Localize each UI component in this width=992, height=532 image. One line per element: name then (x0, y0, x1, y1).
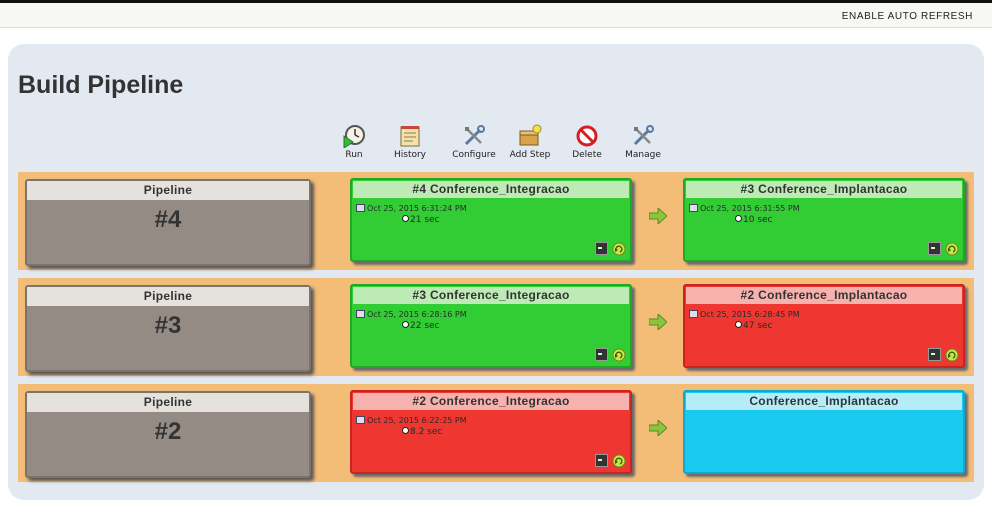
build-date: Oct 25, 2015 6:31:55 PM (689, 204, 800, 213)
build-duration: 8.2 sec (402, 427, 442, 437)
build-card[interactable]: Conference_Implantacao (683, 390, 965, 474)
pipeline-label: Pipeline (27, 287, 309, 306)
console-icon[interactable] (928, 348, 941, 361)
rerun-icon[interactable] (612, 242, 626, 256)
manage-label: Manage (625, 150, 661, 160)
add-step-label: Add Step (509, 150, 551, 160)
build-duration-text: 8.2 sec (410, 427, 443, 437)
pipeline-card[interactable]: Pipeline #3 (25, 285, 311, 372)
pipeline-card[interactable]: Pipeline #4 (25, 179, 311, 266)
manage-button[interactable]: Manage (613, 124, 673, 160)
build-date: Oct 25, 2015 6:28:16 PM (356, 310, 467, 319)
page-title: Build Pipeline (18, 71, 184, 99)
build-date-text: Oct 25, 2015 6:31:24 PM (367, 204, 467, 213)
rerun-icon[interactable] (612, 348, 626, 362)
add-step-button[interactable]: Add Step (500, 124, 560, 160)
green-arrow-right-icon (649, 208, 667, 224)
console-icon[interactable] (595, 454, 608, 467)
build-duration: 47 sec (735, 321, 773, 331)
build-duration-text: 22 sec (410, 321, 440, 331)
notepad-icon (400, 126, 420, 147)
calendar-icon (356, 204, 365, 212)
calendar-icon (689, 310, 698, 318)
build-card[interactable]: #2 Conference_Implantacao Oct 25, 2015 6… (683, 284, 965, 368)
calendar-icon (356, 310, 365, 318)
build-date-text: Oct 25, 2015 6:28:45 PM (700, 310, 800, 319)
build-name: #2 Conference_Integracao (353, 393, 629, 410)
build-duration-text: 10 sec (743, 215, 773, 225)
delete-button[interactable]: Delete (557, 124, 617, 160)
build-date-text: Oct 25, 2015 6:28:16 PM (367, 310, 467, 319)
console-icon[interactable] (595, 348, 608, 361)
tools-icon (633, 125, 654, 146)
green-arrow-right-icon (649, 420, 667, 436)
build-name: Conference_Implantacao (686, 393, 962, 410)
clock-icon (402, 427, 409, 434)
clock-icon (402, 215, 409, 222)
delete-label: Delete (572, 150, 602, 160)
build-duration: 22 sec (402, 321, 440, 331)
build-name: #4 Conference_Integracao (353, 181, 629, 198)
run-label: Run (345, 150, 363, 160)
configure-label: Configure (452, 150, 496, 160)
box-add-icon (519, 124, 542, 146)
rerun-icon[interactable] (945, 242, 959, 256)
green-arrow-right-icon (649, 314, 667, 330)
build-date: Oct 25, 2015 6:22:25 PM (356, 416, 467, 425)
clock-play-icon (343, 125, 365, 148)
clock-icon (735, 321, 742, 328)
pipeline-number: #3 (154, 312, 182, 339)
build-card[interactable]: #3 Conference_Integracao Oct 25, 2015 6:… (350, 284, 632, 368)
build-date-text: Oct 25, 2015 6:31:55 PM (700, 204, 800, 213)
build-duration: 21 sec (402, 215, 440, 225)
build-date-text: Oct 25, 2015 6:22:25 PM (367, 416, 467, 425)
build-name: #2 Conference_Implantacao (686, 287, 962, 304)
console-icon[interactable] (928, 242, 941, 255)
build-pipeline-panel: Build Pipeline Run History Configure Add… (8, 44, 984, 500)
pipeline-row: Pipeline #2 #2 Conference_Integracao Oct… (18, 384, 974, 482)
pipeline-row: Pipeline #4 #4 Conference_Integracao Oct… (18, 172, 974, 270)
build-duration: 10 sec (735, 215, 773, 225)
build-name: #3 Conference_Implantacao (686, 181, 962, 198)
clock-icon (735, 215, 742, 222)
tools-icon (464, 125, 485, 146)
build-duration-text: 47 sec (743, 321, 773, 331)
pipeline-row: Pipeline #3 #3 Conference_Integracao Oct… (18, 278, 974, 376)
configure-button[interactable]: Configure (444, 124, 504, 160)
calendar-icon (356, 416, 365, 424)
build-card[interactable]: #4 Conference_Integracao Oct 25, 2015 6:… (350, 178, 632, 262)
pipeline-label: Pipeline (27, 393, 309, 412)
pipeline-label: Pipeline (27, 181, 309, 200)
pipeline-number: #4 (154, 206, 182, 233)
top-bar: ENABLE AUTO REFRESH (0, 0, 992, 28)
run-button[interactable]: Run (324, 124, 384, 160)
build-date: Oct 25, 2015 6:31:24 PM (356, 204, 467, 213)
calendar-icon (689, 204, 698, 212)
history-button[interactable]: History (380, 124, 440, 160)
console-icon[interactable] (595, 242, 608, 255)
clock-icon (402, 321, 409, 328)
rerun-icon[interactable] (612, 454, 626, 468)
pipeline-number: #2 (154, 418, 182, 445)
build-card[interactable]: #2 Conference_Integracao Oct 25, 2015 6:… (350, 390, 632, 474)
no-entry-icon (576, 125, 598, 147)
build-duration-text: 21 sec (410, 215, 440, 225)
build-card[interactable]: #3 Conference_Implantacao Oct 25, 2015 6… (683, 178, 965, 262)
history-label: History (393, 150, 427, 160)
pipeline-card[interactable]: Pipeline #2 (25, 391, 311, 478)
build-name: #3 Conference_Integracao (353, 287, 629, 304)
enable-auto-refresh-link[interactable]: ENABLE AUTO REFRESH (842, 11, 973, 22)
rerun-icon[interactable] (945, 348, 959, 362)
build-date: Oct 25, 2015 6:28:45 PM (689, 310, 800, 319)
